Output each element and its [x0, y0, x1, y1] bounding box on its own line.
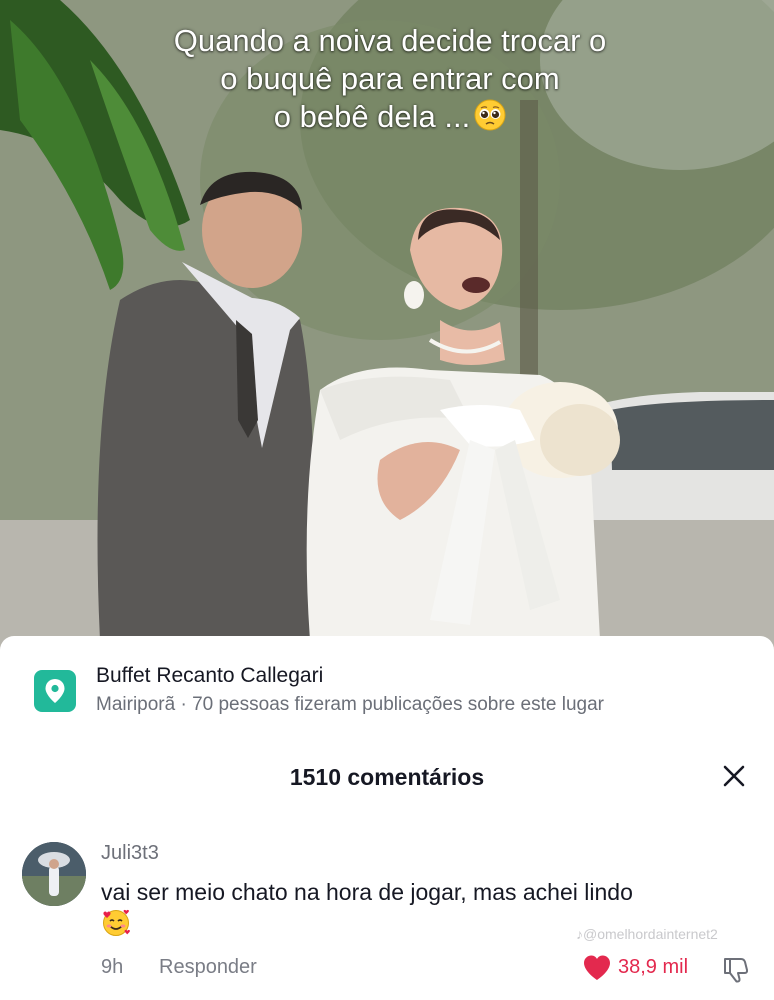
close-button[interactable]	[718, 760, 750, 792]
comment-text-body: vai ser meio chato na hora de jogar, mas…	[101, 879, 633, 905]
pleading-face-emoji	[474, 99, 506, 131]
video-caption: Quando a noiva decide trocar o o buquê p…	[60, 22, 720, 136]
watermark: ♪@omelhordainternet2	[576, 926, 718, 942]
smiling-face-with-hearts-emoji	[103, 909, 130, 936]
caption-line-3-text: o bebê dela ...	[273, 99, 471, 134]
close-icon	[723, 765, 745, 787]
heart-icon	[584, 955, 610, 980]
location-card[interactable]: Buffet Recanto Callegari Mairiporã · 70 …	[0, 636, 774, 726]
avatar[interactable]	[22, 842, 86, 906]
comments-count: 1510 comentários	[289, 764, 485, 790]
dislike-button[interactable]	[721, 954, 751, 984]
caption-line-2: o buquê para entrar com	[220, 61, 560, 96]
comment-time: 9h	[101, 956, 124, 978]
comments-header: 1510 comentários	[0, 742, 774, 804]
comment-item: Juli3t3 vai ser meio chato na hora de jo…	[0, 830, 774, 1000]
video-frame[interactable]: Quando a noiva decide trocar o o buquê p…	[0, 0, 774, 660]
like-count: 38,9 mil	[618, 956, 689, 978]
caption-line-3: o bebê dela ...	[60, 98, 720, 136]
location-subtitle: Mairiporã · 70 pessoas fizeram publicaçõ…	[96, 694, 604, 715]
location-pin-icon	[34, 670, 76, 712]
comment-username[interactable]: Juli3t3	[101, 842, 159, 865]
thumbs-down-icon	[724, 958, 749, 983]
location-name[interactable]: Buffet Recanto Callegari	[96, 664, 323, 688]
caption-line-1: Quando a noiva decide trocar o	[173, 23, 607, 58]
reply-button[interactable]: Responder	[159, 956, 257, 979]
